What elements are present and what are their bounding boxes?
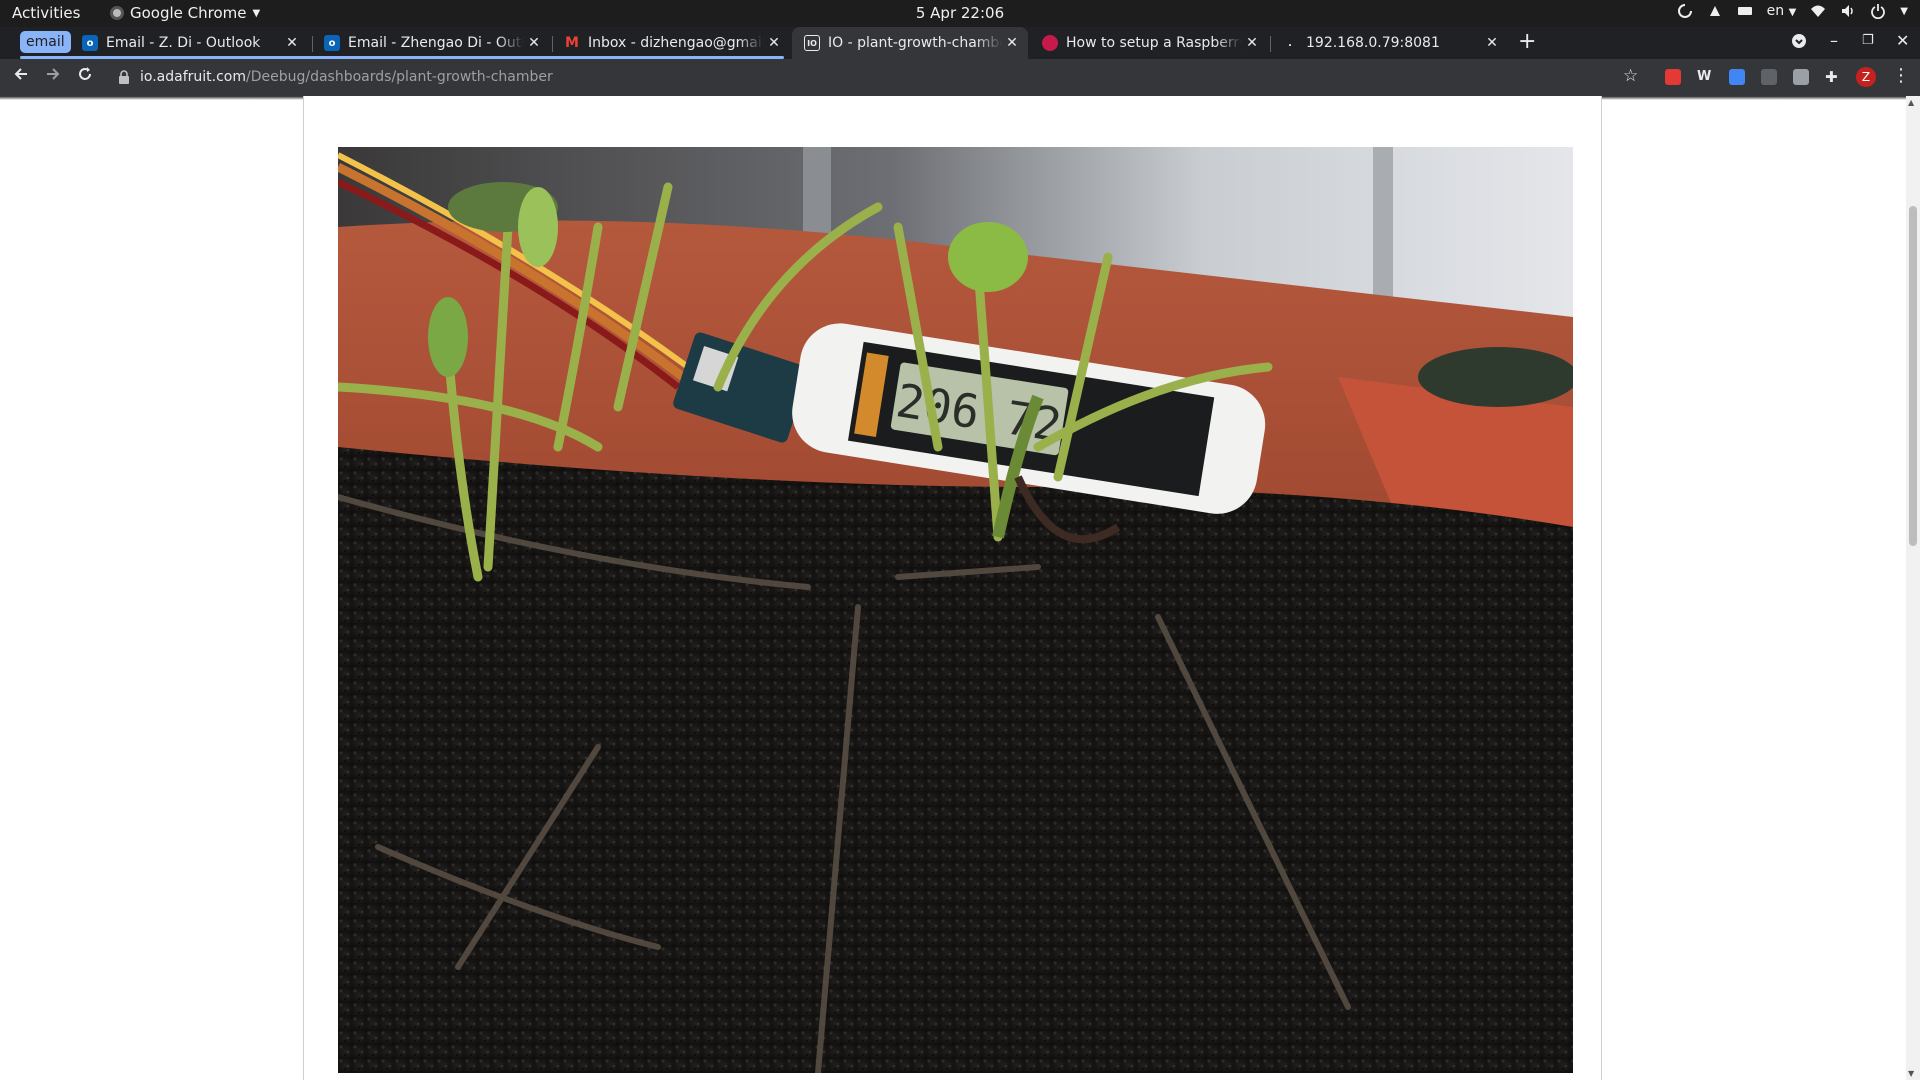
arrow-left-icon <box>14 68 27 80</box>
extension-docs-icon[interactable] <box>1729 69 1745 85</box>
extension-w-icon[interactable]: W <box>1697 69 1713 85</box>
minimize-button[interactable]: – <box>1830 31 1838 50</box>
outlook-icon: o <box>82 35 98 51</box>
url-text: io.adafruit.com/Deebug/dashboards/plant-… <box>140 69 553 85</box>
tab-raspberry[interactable]: How to setup a Raspberry Pi ✕ <box>1030 27 1268 59</box>
dashboard-image-block: 206.72 <box>303 96 1602 1080</box>
tab-outlook-1[interactable]: o Email - Z. Di - Outlook ✕ <box>70 27 308 59</box>
blank-page-icon: . <box>1288 37 1292 49</box>
plant-camera-image: 206.72 <box>338 147 1573 1073</box>
close-icon[interactable]: ✕ <box>1242 35 1262 51</box>
reload-icon <box>79 67 91 80</box>
adafruit-io-icon: IO <box>804 35 820 51</box>
close-icon[interactable]: ✕ <box>282 35 302 51</box>
arrow-right-icon <box>47 68 60 80</box>
app-menu[interactable]: Google Chrome ▼ <box>110 4 260 22</box>
clock[interactable]: 5 Apr 22:06 <box>916 4 1004 22</box>
close-icon[interactable]: ✕ <box>1002 35 1022 51</box>
tab-strip: email o Email - Z. Di - Outlook ✕ o Emai… <box>0 27 1920 59</box>
bookmark-star-icon[interactable]: ☆ <box>1623 66 1638 86</box>
gmail-icon: M <box>565 35 579 51</box>
scrollbar-thumb[interactable] <box>1909 206 1917 546</box>
tab-outlook-2[interactable]: o Email - Zhengao Di - Outlook ✕ <box>312 27 550 59</box>
tab-title: 192.168.0.79:8081 <box>1306 35 1440 51</box>
profile-avatar[interactable]: Z <box>1856 67 1876 87</box>
extension-h-icon[interactable] <box>1793 69 1809 85</box>
new-tab-button[interactable]: + <box>1518 31 1536 53</box>
app-name: Google Chrome <box>130 4 247 22</box>
tab-gmail[interactable]: M Inbox - dizhengao@gmail.com ✕ <box>552 27 790 59</box>
chrome-menu-icon[interactable]: ⋮ <box>1892 65 1910 86</box>
app-indicator-icon[interactable] <box>1707 3 1723 19</box>
tab-local-server[interactable]: . 192.168.0.79:8081 ✕ <box>1270 27 1508 59</box>
tab-search-button[interactable] <box>1791 33 1807 53</box>
tab-adafruit-io[interactable]: IO IO - plant-growth-chamber ✕ <box>792 27 1028 59</box>
tab-title: IO - plant-growth-chamber <box>828 35 1002 51</box>
tab-title: Email - Z. Di - Outlook <box>106 35 261 51</box>
close-icon[interactable]: ✕ <box>1482 35 1502 51</box>
extension-grey-icon[interactable] <box>1761 69 1777 85</box>
extension-red-icon[interactable] <box>1665 69 1681 85</box>
tab-title: Email - Zhengao Di - Outlook <box>348 35 524 51</box>
system-menu-caret-icon[interactable]: ▼ <box>1900 6 1908 17</box>
chrome-icon <box>110 6 124 20</box>
close-icon[interactable]: ✕ <box>764 35 784 51</box>
language-indicator[interactable]: en ▼ <box>1767 3 1797 19</box>
volume-icon[interactable] <box>1840 3 1856 19</box>
forward-button[interactable] <box>41 65 65 89</box>
sync-icon[interactable] <box>1677 3 1693 19</box>
tab-search-icon <box>1792 34 1806 48</box>
page-viewport: 206.72 <box>0 96 1906 1080</box>
tab-group-chip[interactable]: email <box>20 31 71 53</box>
restore-button[interactable]: ❐ <box>1862 33 1874 48</box>
raspberry-icon <box>1042 35 1058 51</box>
scroll-down-icon[interactable]: ▼ <box>1908 1069 1914 1078</box>
reload-button[interactable] <box>73 65 97 89</box>
address-bar[interactable]: io.adafruit.com/Deebug/dashboards/plant-… <box>112 63 1642 91</box>
wifi-icon[interactable] <box>1810 3 1826 19</box>
window-close-button[interactable]: ✕ <box>1896 31 1909 50</box>
power-icon[interactable] <box>1870 3 1886 19</box>
system-top-bar: Activities Google Chrome ▼ 5 Apr 22:06 e… <box>0 0 1920 27</box>
caret-down-icon: ▼ <box>252 7 261 19</box>
back-button[interactable] <box>9 65 33 89</box>
page-scrollbar[interactable]: ▲ ▼ <box>1906 96 1920 1080</box>
activities-button[interactable]: Activities <box>12 4 80 22</box>
browser-toolbar: io.adafruit.com/Deebug/dashboards/plant-… <box>0 59 1920 96</box>
outlook-icon: o <box>324 35 340 51</box>
scroll-up-icon[interactable]: ▲ <box>1908 98 1914 107</box>
tab-title: How to setup a Raspberry Pi <box>1066 35 1242 51</box>
close-icon[interactable]: ✕ <box>524 35 544 51</box>
tab-title: Inbox - dizhengao@gmail.com <box>588 35 764 51</box>
lock-icon[interactable] <box>118 70 132 84</box>
extensions-puzzle-icon[interactable]: ✚ <box>1825 69 1841 85</box>
keyboard-icon[interactable] <box>1737 3 1753 19</box>
